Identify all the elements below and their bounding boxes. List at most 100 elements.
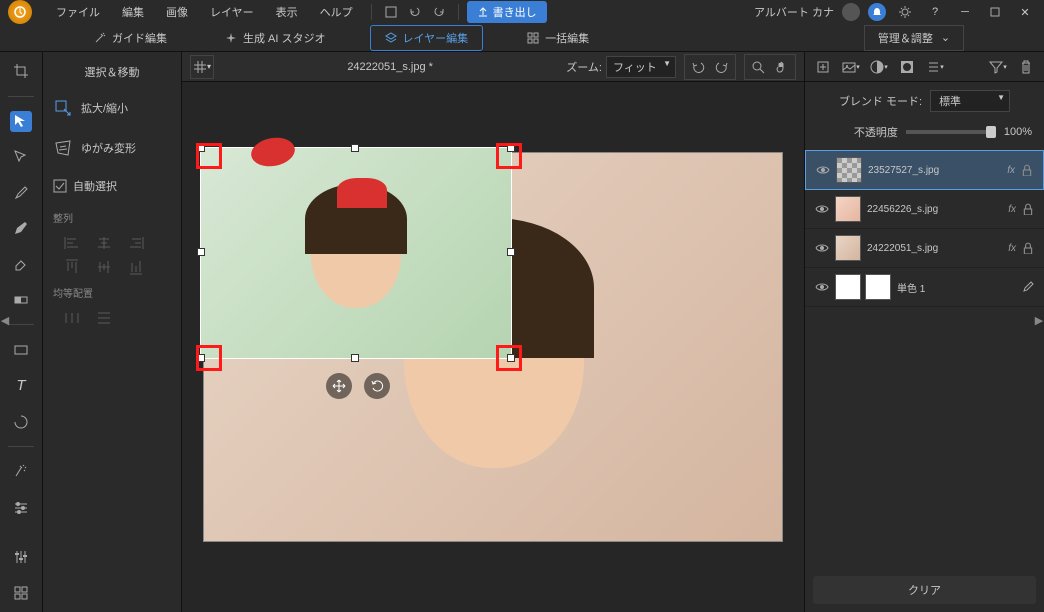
leftpanel-title: 選択＆移動 (43, 56, 181, 88)
adjust-label: 管理＆調整 (878, 30, 933, 46)
redo-icon[interactable] (428, 1, 450, 23)
delete-icon[interactable] (1016, 57, 1036, 77)
effects-tool-icon[interactable] (10, 461, 32, 483)
list-icon[interactable]: ▾ (925, 57, 945, 77)
layer-item[interactable]: 22456226_s.jpg fx (805, 190, 1044, 229)
left-expand-arrow[interactable]: ◀ (0, 310, 10, 330)
zoom-select[interactable]: フィット (606, 56, 676, 78)
close-icon[interactable]: ✕ (1014, 1, 1036, 23)
menubar: ファイル 編集 画像 レイヤー 表示 ヘルプ 書き出し アルバート カナ ? ─… (0, 0, 1044, 24)
hand-tool-icon[interactable] (771, 57, 793, 77)
distribute-v-icon[interactable] (93, 310, 115, 326)
minimize-icon[interactable]: ─ (954, 1, 976, 23)
menu-image[interactable]: 画像 (156, 0, 198, 24)
eye-icon[interactable] (815, 202, 829, 216)
select-tool-icon[interactable] (10, 146, 32, 168)
mask-icon[interactable] (897, 57, 917, 77)
add-layer-icon[interactable] (813, 57, 833, 77)
lock-icon[interactable] (1022, 242, 1034, 254)
filter-icon[interactable]: ▾ (988, 57, 1008, 77)
align-top-icon[interactable] (61, 259, 83, 275)
grid-button[interactable]: ▾ (190, 55, 214, 79)
filename: 24222051_s.jpg * (222, 61, 558, 73)
shape-tool-icon[interactable] (10, 411, 32, 433)
layer-thumb (835, 235, 861, 261)
layer-item[interactable]: 単色 1 (805, 268, 1044, 307)
rotate-left-icon[interactable] (687, 57, 709, 77)
rect-tool-icon[interactable] (10, 339, 32, 361)
autosel-checkbox[interactable]: 自動選択 (43, 168, 181, 204)
home-icon[interactable] (380, 1, 402, 23)
settings-icon[interactable] (894, 1, 916, 23)
library-icon[interactable] (10, 582, 32, 604)
app-logo-icon (8, 0, 32, 24)
menu-help[interactable]: ヘルプ (310, 0, 363, 24)
layer-item[interactable]: 24222051_s.jpg fx (805, 229, 1044, 268)
notification-icon[interactable] (868, 3, 886, 21)
avatar-icon[interactable] (842, 3, 860, 21)
eraser-tool-icon[interactable] (10, 253, 32, 275)
mode-layer[interactable]: レイヤー編集 (370, 25, 484, 51)
scale-option[interactable]: 拡大/縮小 (43, 88, 181, 128)
brush-tool-icon[interactable] (10, 182, 32, 204)
lock-icon[interactable] (1022, 203, 1034, 215)
distribute-h-icon[interactable] (61, 310, 83, 326)
mode-ai-label: 生成 AI スタジオ (243, 30, 326, 46)
adjustment-layer-icon[interactable]: ▾ (869, 57, 889, 77)
gradient-tool-icon[interactable] (10, 289, 32, 311)
mode-ai[interactable]: 生成 AI スタジオ (211, 26, 340, 50)
mode-guide[interactable]: ガイド編集 (80, 26, 181, 50)
edit-icon[interactable] (1022, 281, 1034, 293)
maximize-icon[interactable] (984, 1, 1006, 23)
align-bottom-icon[interactable] (125, 259, 147, 275)
layer-item[interactable]: 23527527_s.jpg fx (805, 150, 1044, 190)
move-tool-icon[interactable] (10, 111, 32, 133)
clear-button[interactable]: クリア (813, 576, 1036, 604)
fx-badge[interactable]: fx (1008, 204, 1016, 215)
fx-badge[interactable]: fx (1008, 243, 1016, 254)
user-area: アルバート カナ ? ─ ✕ (754, 1, 1036, 23)
align-right-icon[interactable] (125, 235, 147, 251)
right-expand-arrow[interactable]: ▶ (1034, 310, 1044, 330)
eye-icon[interactable] (816, 163, 830, 177)
rotate-handle-icon[interactable] (364, 373, 390, 399)
menu-file[interactable]: ファイル (46, 0, 110, 24)
export-button[interactable]: 書き出し (467, 1, 547, 23)
lock-icon[interactable] (1021, 164, 1033, 176)
adjust-tool-icon[interactable] (10, 497, 32, 519)
zoom-label: ズーム: (566, 59, 602, 75)
zoom-tool-icon[interactable] (747, 57, 769, 77)
sliders-icon[interactable] (10, 547, 32, 569)
image-document[interactable] (203, 152, 783, 542)
opacity-value: 100% (1004, 126, 1032, 138)
text-tool-icon[interactable]: T (10, 375, 32, 397)
help-icon[interactable]: ? (924, 1, 946, 23)
opacity-slider[interactable] (906, 130, 996, 134)
align-vcenter-icon[interactable] (93, 259, 115, 275)
add-image-icon[interactable]: ▾ (841, 57, 861, 77)
grid-icon (527, 32, 539, 44)
blend-select[interactable]: 標準 (930, 90, 1010, 112)
menu-view[interactable]: 表示 (266, 0, 308, 24)
canvas-view[interactable] (182, 82, 804, 612)
align-left-icon[interactable] (61, 235, 83, 251)
fx-badge[interactable]: fx (1007, 165, 1015, 176)
align-section: 整列 (43, 204, 181, 231)
selected-layer[interactable] (200, 147, 512, 359)
warp-option[interactable]: ゆがみ変形 (43, 128, 181, 168)
menu-layer[interactable]: レイヤー (200, 0, 264, 24)
move-handle-icon[interactable] (326, 373, 352, 399)
eye-icon[interactable] (815, 280, 829, 294)
divider (458, 4, 459, 20)
align-hcenter-icon[interactable] (93, 235, 115, 251)
menu-edit[interactable]: 編集 (112, 0, 154, 24)
leftpanel: 選択＆移動 拡大/縮小 ゆがみ変形 自動選択 整列 均等配置 (42, 52, 182, 612)
pen-tool-icon[interactable] (10, 218, 32, 240)
eye-icon[interactable] (815, 241, 829, 255)
adjust-button[interactable]: 管理＆調整 ⌄ (864, 25, 964, 51)
scale-icon (53, 98, 73, 118)
mode-batch[interactable]: 一括編集 (513, 26, 603, 50)
undo-icon[interactable] (404, 1, 426, 23)
rotate-right-icon[interactable] (711, 57, 733, 77)
crop-tool-icon[interactable] (10, 60, 32, 82)
